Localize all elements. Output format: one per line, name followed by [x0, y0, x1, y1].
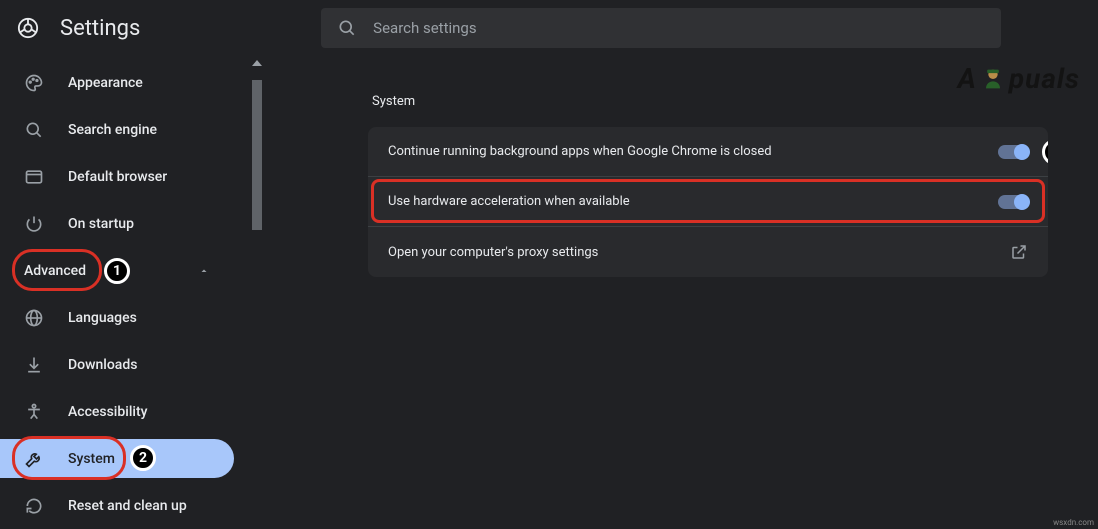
sidebar-item-label: Appearance — [68, 75, 143, 91]
sidebar-item-accessibility[interactable]: Accessibility — [0, 392, 234, 431]
sidebar-item-label: Downloads — [68, 357, 137, 373]
sidebar-item-on-startup[interactable]: On startup — [0, 205, 234, 244]
footer-text: wsxdn.com — [1053, 518, 1094, 527]
download-icon — [24, 355, 44, 375]
setting-row-hw-accel[interactable]: Use hardware acceleration when available — [368, 177, 1048, 227]
palette-icon — [24, 73, 44, 93]
annotation-badge-3: 3 — [1042, 139, 1048, 165]
search-icon — [24, 120, 44, 140]
sidebar-item-label: Accessibility — [68, 404, 147, 420]
globe-icon — [24, 308, 44, 328]
main-content: System Continue running background apps … — [250, 56, 1098, 529]
section-title: System — [372, 94, 1078, 109]
sidebar-item-system[interactable]: System 2 — [0, 439, 234, 478]
sidebar-item-label: System — [68, 451, 115, 467]
watermark-avatar-icon — [979, 65, 1007, 93]
sidebar-section-label: Advanced — [24, 263, 86, 279]
setting-label: Open your computer's proxy settings — [388, 245, 598, 260]
watermark-text: A — [958, 62, 977, 95]
toggle-switch[interactable] — [998, 195, 1028, 209]
setting-label: Use hardware acceleration when available — [388, 194, 630, 209]
sidebar-item-reset[interactable]: Reset and clean up — [0, 486, 234, 525]
setting-label: Continue running background apps when Go… — [388, 144, 772, 159]
watermark-text: puals — [1009, 62, 1080, 95]
search-input[interactable] — [373, 19, 985, 37]
search-bar[interactable] — [321, 8, 1001, 48]
sidebar-item-label: Default browser — [68, 169, 167, 185]
sidebar: Appearance Search engine Default browser… — [0, 56, 250, 529]
browser-icon — [24, 167, 44, 187]
wrench-icon — [24, 449, 44, 469]
page-title: Settings — [60, 16, 140, 41]
toggle-switch[interactable] — [998, 145, 1028, 159]
app-header: Settings — [0, 0, 1098, 56]
sidebar-item-label: Reset and clean up — [68, 498, 187, 514]
external-link-icon — [1010, 243, 1028, 261]
annotation-badge-1: 1 — [104, 258, 130, 284]
reset-icon — [24, 496, 44, 516]
search-icon — [337, 18, 357, 38]
sidebar-item-downloads[interactable]: Downloads — [0, 345, 234, 384]
setting-row-bg-apps[interactable]: Continue running background apps when Go… — [368, 127, 1048, 177]
watermark: A puals — [958, 62, 1080, 95]
sidebar-item-default-browser[interactable]: Default browser — [0, 158, 234, 197]
sidebar-item-search-engine[interactable]: Search engine — [0, 111, 234, 150]
sidebar-item-languages[interactable]: Languages — [0, 299, 234, 338]
annotation-badge-2: 2 — [130, 445, 156, 471]
sidebar-item-label: Search engine — [68, 122, 157, 138]
power-icon — [24, 214, 44, 234]
sidebar-item-label: Languages — [68, 310, 137, 326]
chrome-logo-icon — [16, 16, 40, 40]
accessibility-icon — [24, 402, 44, 422]
sidebar-item-label: On startup — [68, 216, 134, 232]
sidebar-item-appearance[interactable]: Appearance — [0, 64, 234, 103]
sidebar-section-advanced[interactable]: Advanced 1 — [0, 252, 234, 291]
system-card: Continue running background apps when Go… — [368, 127, 1048, 277]
chevron-up-icon — [198, 265, 210, 277]
setting-row-proxy[interactable]: Open your computer's proxy settings — [368, 227, 1048, 277]
